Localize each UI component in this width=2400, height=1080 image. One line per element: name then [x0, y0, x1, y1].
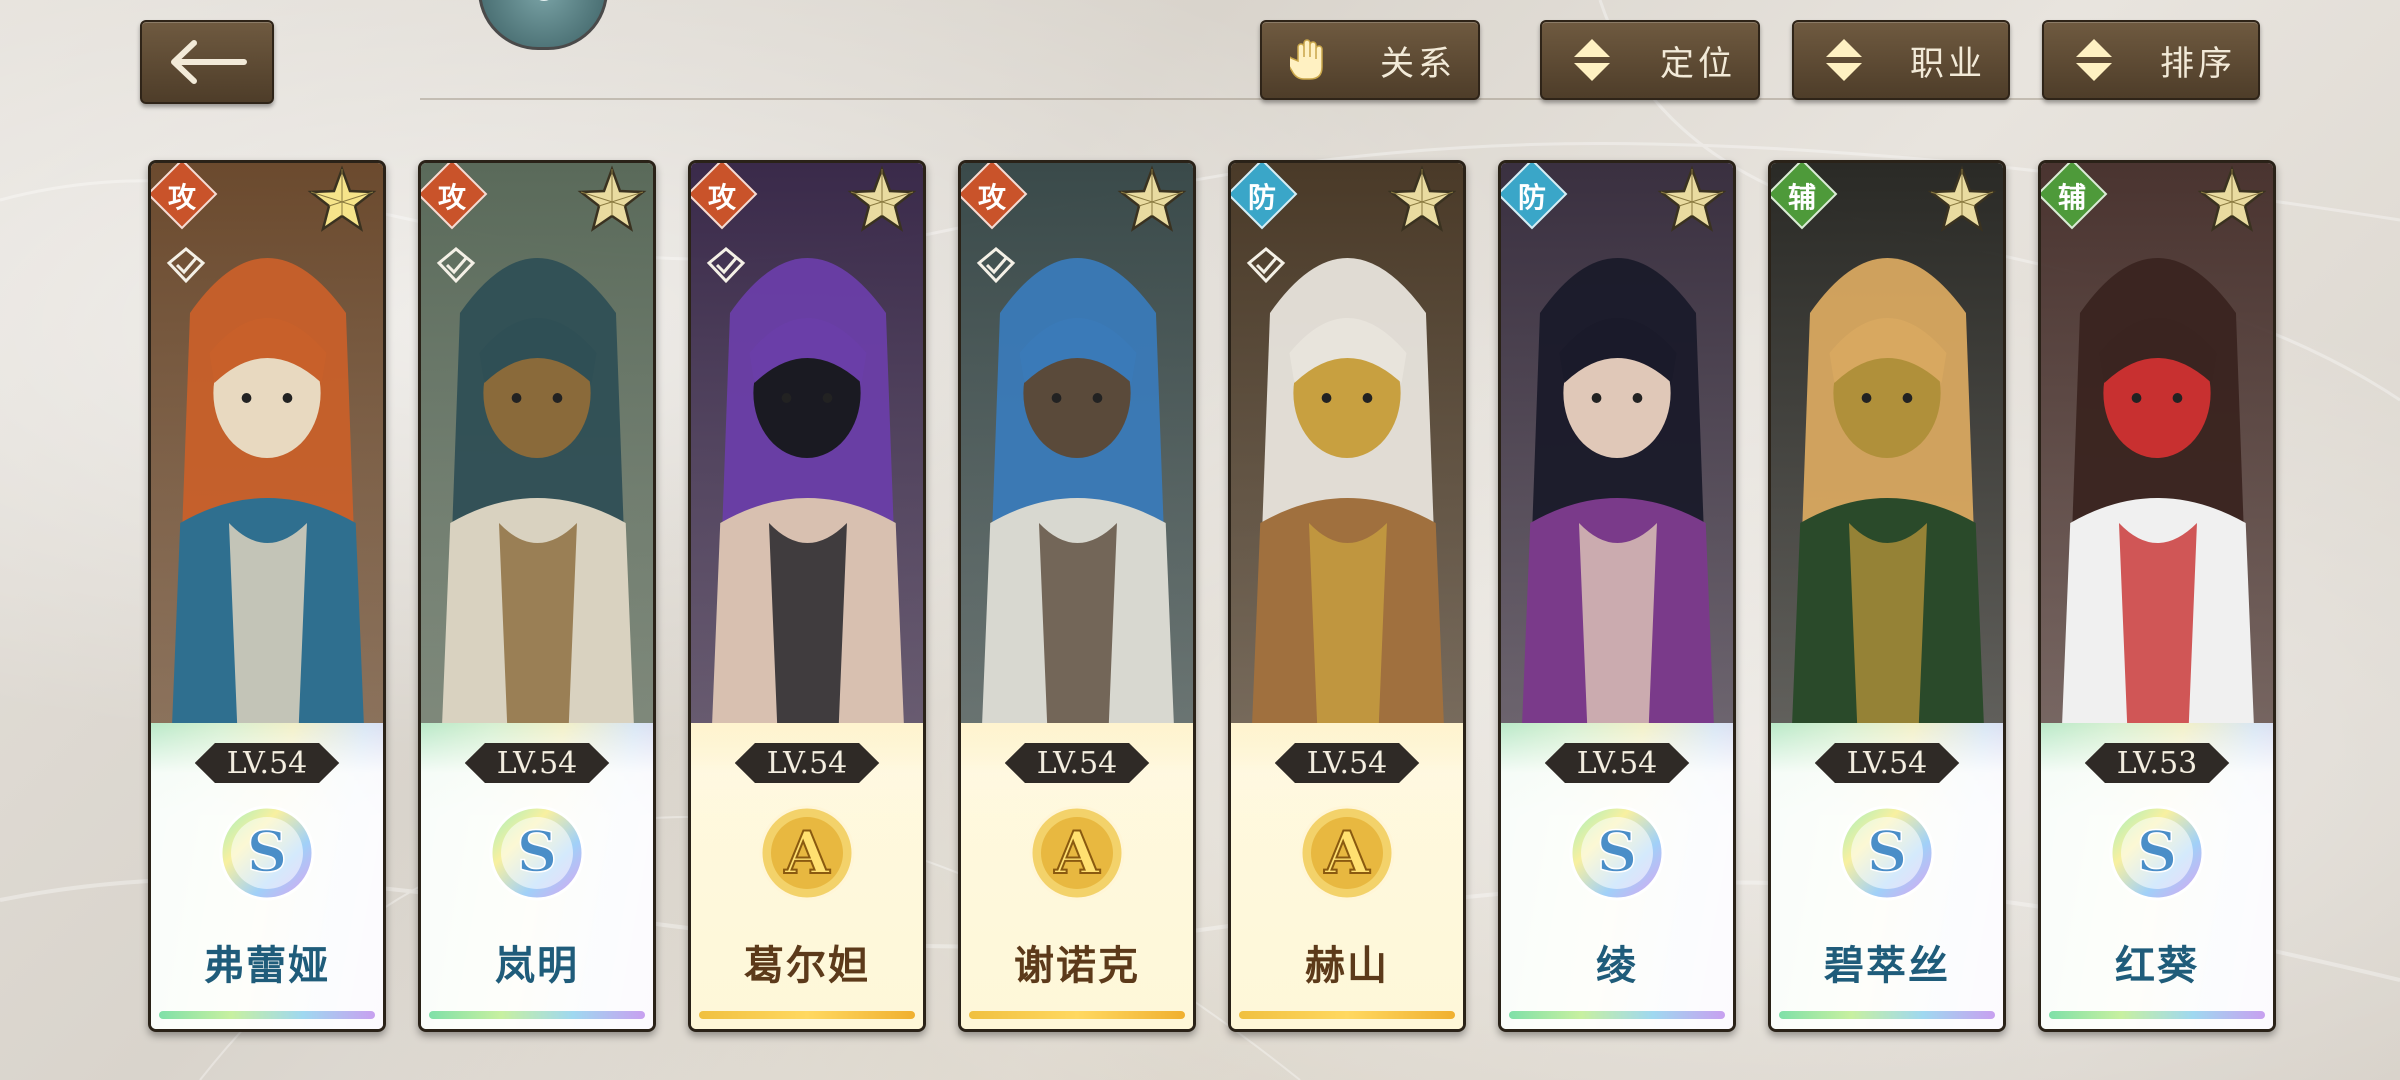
card-bottom-bar	[1509, 1011, 1725, 1019]
svg-text:S: S	[1867, 819, 1907, 885]
character-name: 岚明	[495, 942, 579, 989]
svg-text:A: A	[1053, 819, 1100, 887]
svg-text:S: S	[517, 819, 557, 885]
level-label: LV.54	[1544, 743, 1690, 783]
favorite-star-icon[interactable]	[1117, 165, 1187, 235]
sort-arrows-icon	[1816, 32, 1872, 88]
role-label: 辅	[1787, 181, 1816, 214]
level-label: LV.54	[734, 743, 880, 783]
character-portrait	[1771, 163, 2003, 763]
favorite-star-icon[interactable]	[1927, 165, 1997, 235]
rank-s-icon: S	[1839, 805, 1935, 901]
mascot-avatar[interactable]	[478, 0, 608, 50]
card-bottom-bar	[1239, 1011, 1455, 1019]
class-filter-label: 职业	[1910, 43, 1986, 84]
rank-s-icon: S	[2109, 805, 2205, 901]
card-bottom-bar	[1779, 1011, 1995, 1019]
relation-filter-button[interactable]: 关系	[1260, 20, 1480, 100]
role-label: 攻	[977, 181, 1006, 214]
character-name: 红葵	[2115, 942, 2199, 989]
svg-text:S: S	[247, 819, 287, 885]
selected-check-icon	[976, 247, 1016, 284]
sort-button[interactable]: 排序	[2042, 20, 2260, 100]
character-name: 赫山	[1305, 942, 1389, 989]
level-label: LV.54	[194, 743, 340, 783]
back-arrow-icon	[171, 40, 247, 84]
character-name: 弗蕾娅	[204, 942, 330, 989]
character-portrait	[2041, 163, 2273, 763]
card-bottom-bar	[2049, 1011, 2265, 1019]
card-bottom-bar	[159, 1011, 375, 1019]
character-name: 绫	[1596, 942, 1638, 989]
character-name: 谢诺克	[1014, 942, 1140, 989]
card-bottom-bar	[969, 1011, 1185, 1019]
sort-arrows-icon	[1564, 32, 1620, 88]
rank-a-icon: A	[1029, 805, 1125, 901]
selected-check-icon	[706, 247, 746, 284]
role-label: 攻	[437, 181, 466, 214]
position-filter-button[interactable]: 定位	[1540, 20, 1760, 100]
glove-icon	[1284, 32, 1340, 88]
favorite-star-icon[interactable]	[847, 165, 917, 235]
mascot-eye	[533, 0, 555, 1]
level-label: LV.54	[1004, 743, 1150, 783]
character-card[interactable]: 防 LV.54 S 绫	[1498, 160, 1736, 1032]
rank-s-icon: S	[1569, 805, 1665, 901]
rank-s-icon: S	[489, 805, 585, 901]
relation-filter-label: 关系	[1380, 43, 1456, 84]
favorite-star-icon[interactable]	[577, 165, 647, 235]
favorite-star-icon[interactable]	[1657, 165, 1727, 235]
character-card[interactable]: 攻 LV.54 A 葛尔妲	[688, 160, 926, 1032]
svg-text:A: A	[783, 819, 830, 887]
svg-text:S: S	[2137, 819, 2177, 885]
rank-s-icon: S	[219, 805, 315, 901]
character-card[interactable]: 攻 LV.54 S 岚明	[418, 160, 656, 1032]
selected-check-icon	[436, 247, 476, 284]
character-name: 葛尔妲	[744, 942, 870, 989]
character-card[interactable]: 攻 LV.54 A 谢诺克	[958, 160, 1196, 1032]
role-label: 攻	[707, 181, 736, 214]
favorite-star-icon[interactable]	[2197, 165, 2267, 235]
sort-label: 排序	[2160, 43, 2236, 84]
character-card[interactable]: 防 LV.54 A 赫山	[1228, 160, 1466, 1032]
sort-arrows-icon	[2066, 32, 2122, 88]
character-card[interactable]: 攻 LV.54 S 弗蕾娅	[148, 160, 386, 1032]
favorite-star-icon[interactable]	[1387, 165, 1457, 235]
svg-text:A: A	[1323, 819, 1370, 887]
rank-a-icon: A	[1299, 805, 1395, 901]
back-button[interactable]	[140, 20, 274, 104]
role-label: 防	[1247, 181, 1276, 214]
character-card[interactable]: 辅 LV.53 S 红葵	[2038, 160, 2276, 1032]
level-label: LV.54	[464, 743, 610, 783]
position-filter-label: 定位	[1660, 43, 1736, 84]
rank-a-icon: A	[759, 805, 855, 901]
level-label: LV.54	[1814, 743, 1960, 783]
favorite-star-icon[interactable]	[307, 165, 377, 235]
level-label: LV.54	[1274, 743, 1420, 783]
role-label: 辅	[2057, 181, 2086, 214]
role-label: 防	[1517, 181, 1546, 214]
card-bottom-bar	[429, 1011, 645, 1019]
character-portrait	[1501, 163, 1733, 763]
selected-check-icon	[1246, 247, 1286, 284]
class-filter-button[interactable]: 职业	[1792, 20, 2010, 100]
role-label: 攻	[167, 181, 196, 214]
level-label: LV.53	[2084, 743, 2230, 783]
character-card[interactable]: 辅 LV.54 S 碧萃丝	[1768, 160, 2006, 1032]
svg-text:S: S	[1597, 819, 1637, 885]
card-bottom-bar	[699, 1011, 915, 1019]
character-name: 碧萃丝	[1824, 942, 1950, 989]
selected-check-icon	[166, 247, 206, 284]
